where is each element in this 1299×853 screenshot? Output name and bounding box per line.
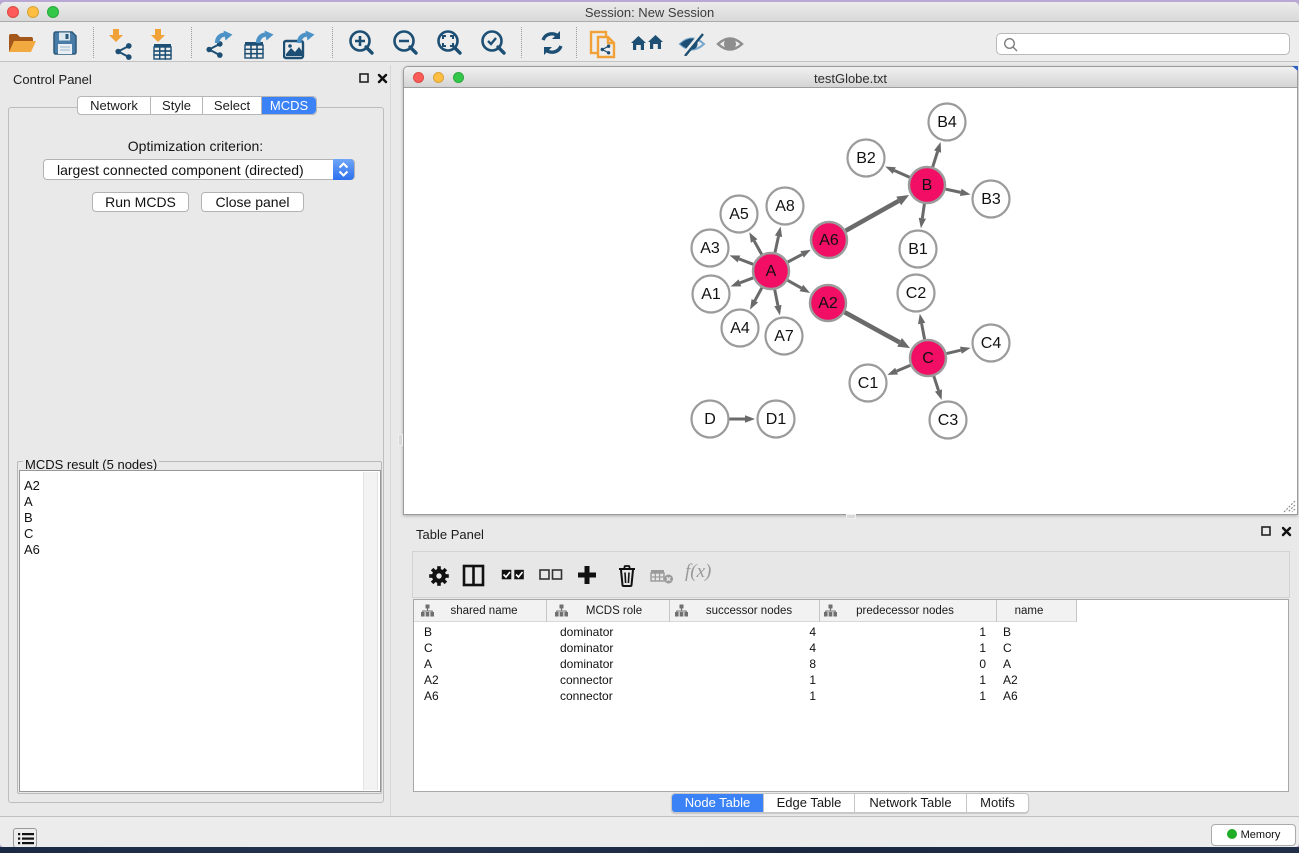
svg-text:C1: C1 (858, 375, 879, 392)
svg-text:C3: C3 (938, 412, 959, 429)
svg-text:D1: D1 (766, 411, 787, 428)
svg-text:A: A (766, 263, 777, 280)
svg-text:B3: B3 (981, 191, 1001, 208)
svg-text:A5: A5 (729, 206, 749, 223)
svg-text:B2: B2 (856, 150, 876, 167)
svg-text:D: D (704, 411, 716, 428)
svg-text:B1: B1 (908, 241, 928, 258)
svg-text:A8: A8 (775, 198, 795, 215)
svg-text:B4: B4 (937, 114, 957, 131)
svg-text:A6: A6 (819, 232, 839, 249)
svg-text:C: C (922, 350, 934, 367)
svg-text:C4: C4 (981, 335, 1002, 352)
svg-text:A2: A2 (818, 295, 838, 312)
svg-text:A7: A7 (774, 328, 794, 345)
svg-text:A4: A4 (730, 320, 750, 337)
svg-text:B: B (922, 177, 933, 194)
svg-text:A1: A1 (701, 286, 721, 303)
svg-text:A3: A3 (700, 240, 720, 257)
svg-text:C2: C2 (906, 285, 927, 302)
